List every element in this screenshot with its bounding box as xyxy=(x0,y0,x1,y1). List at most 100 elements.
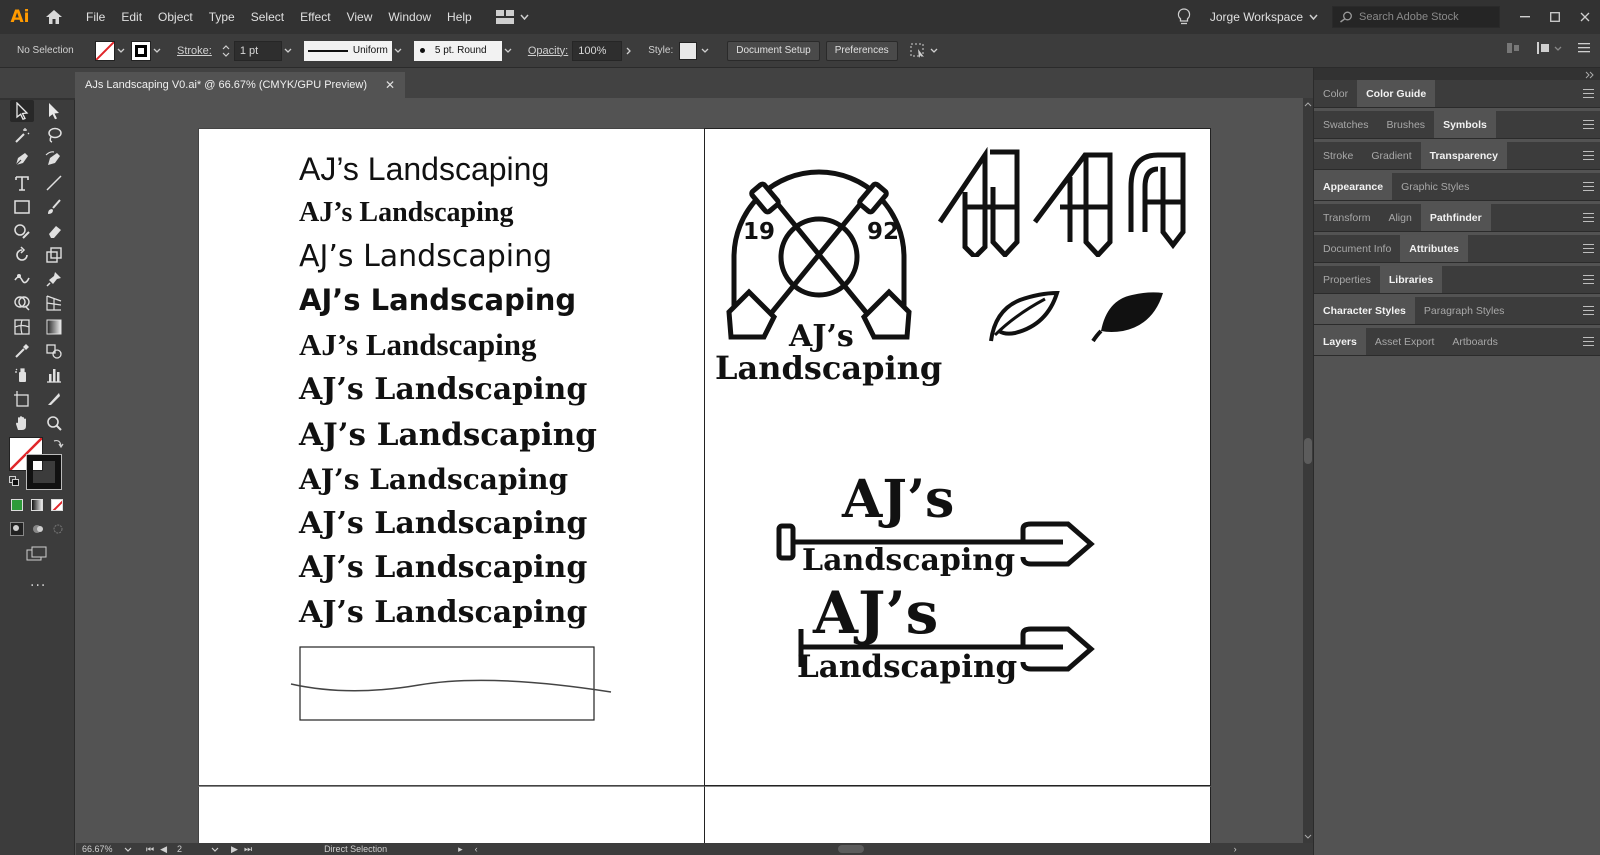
fill-swatch[interactable] xyxy=(95,40,115,61)
opacity-expand[interactable] xyxy=(622,41,634,61)
panel-tab-stroke[interactable]: Stroke xyxy=(1314,142,1362,169)
panel-tab-document-info[interactable]: Document Info xyxy=(1314,235,1400,262)
none-mode-button[interactable] xyxy=(51,499,63,511)
stroke-dropdown[interactable] xyxy=(151,41,163,61)
panel-menu-icon[interactable] xyxy=(1583,305,1595,315)
scroll-up-icon[interactable] xyxy=(1303,100,1313,108)
panel-tab-align[interactable]: Align xyxy=(1379,204,1420,231)
aj-monogram-1[interactable] xyxy=(935,147,1025,257)
font-sample[interactable]: AJ’s Landscaping xyxy=(299,283,576,317)
gradient-mode-button[interactable] xyxy=(31,499,43,511)
menu-edit[interactable]: Edit xyxy=(113,0,150,34)
font-sample[interactable]: AJ’s Landscaping xyxy=(299,372,587,407)
artboard-number[interactable]: 2 xyxy=(177,844,211,854)
last-artboard-icon[interactable]: ⏭ xyxy=(244,844,252,855)
scroll-right-icon[interactable]: › xyxy=(1234,844,1237,854)
panel-menu-icon[interactable] xyxy=(1583,212,1595,222)
panel-menu-icon[interactable] xyxy=(1583,119,1595,129)
maximize-button[interactable] xyxy=(1540,0,1570,34)
menu-window[interactable]: Window xyxy=(380,0,439,34)
draw-behind-icon[interactable] xyxy=(31,522,45,536)
swap-arrows-icon[interactable] xyxy=(52,437,64,449)
panel-tab-libraries[interactable]: Libraries xyxy=(1379,266,1443,293)
menu-type[interactable]: Type xyxy=(201,0,243,34)
artboard-1[interactable]: AJ’s Landscaping AJ’s Landscaping AJ’s L… xyxy=(198,128,705,786)
color-mode-button[interactable] xyxy=(11,499,23,511)
stroke-weight-input[interactable]: 1 pt xyxy=(233,40,282,61)
panel-tab-artboards[interactable]: Artboards xyxy=(1443,328,1507,355)
magic-wand-tool[interactable] xyxy=(10,124,34,146)
close-window-button[interactable] xyxy=(1570,0,1600,34)
opacity-input[interactable]: 100% xyxy=(572,40,623,61)
slice-tool[interactable] xyxy=(42,388,66,410)
panel-menu-icon[interactable] xyxy=(1583,150,1595,160)
leaf-filled-artwork[interactable] xyxy=(1087,285,1167,345)
font-sample[interactable]: AJ’s Landscaping xyxy=(299,327,536,363)
column-graph-tool[interactable] xyxy=(42,364,66,386)
minimize-button[interactable] xyxy=(1510,0,1540,34)
font-sample[interactable]: AJ’s Landscaping xyxy=(299,151,549,188)
artboard-tool[interactable] xyxy=(10,388,34,410)
panel-menu-icon[interactable] xyxy=(1583,274,1595,284)
menu-view[interactable]: View xyxy=(339,0,381,34)
stroke-stepper[interactable] xyxy=(220,41,232,61)
panel-tab-graphic-styles[interactable]: Graphic Styles xyxy=(1392,173,1478,200)
lightbulb-icon[interactable] xyxy=(1176,8,1192,26)
type-tool[interactable] xyxy=(10,172,34,194)
document-setup-button[interactable]: Document Setup xyxy=(727,40,820,61)
pen-tool[interactable] xyxy=(10,148,34,170)
first-artboard-icon[interactable]: ⏮ xyxy=(146,844,154,855)
panel-menu-icon[interactable] xyxy=(1578,43,1590,53)
lasso-tool[interactable] xyxy=(42,124,66,146)
shovel-emblem-artwork[interactable] xyxy=(719,147,919,347)
document-tab[interactable]: AJs Landscaping V0.ai* @ 66.67% (CMYK/GP… xyxy=(75,72,405,98)
artboard-3[interactable] xyxy=(198,786,705,843)
menu-file[interactable]: File xyxy=(78,0,113,34)
mesh-tool[interactable] xyxy=(10,316,34,338)
direct-selection-tool[interactable] xyxy=(42,100,66,122)
status-menu-icon[interactable]: ▸ xyxy=(458,844,463,855)
eyedropper-tool[interactable] xyxy=(10,340,34,362)
previous-artboard-icon[interactable]: ◀ xyxy=(160,844,167,855)
chevron-down-icon[interactable] xyxy=(211,847,219,852)
draw-inside-icon[interactable] xyxy=(51,522,65,536)
shovel-logo-1-line2[interactable]: Landscaping xyxy=(802,543,1015,578)
close-tab-icon[interactable]: ✕ xyxy=(385,78,395,92)
preferences-button[interactable]: Preferences xyxy=(825,40,898,61)
vertical-scrollbar-thumb[interactable] xyxy=(1304,438,1312,464)
stroke-weight-dropdown[interactable] xyxy=(282,41,294,61)
panel-tab-paragraph-styles[interactable]: Paragraph Styles xyxy=(1415,297,1514,324)
panel-tab-brushes[interactable]: Brushes xyxy=(1378,111,1435,138)
canvas[interactable]: AJ’s Landscaping AJ’s Landscaping AJ’s L… xyxy=(76,98,1303,843)
panel-menu-icon[interactable] xyxy=(1583,88,1595,98)
collapse-arrows-icon[interactable] xyxy=(1585,71,1595,79)
aj-monogram-2[interactable] xyxy=(1030,147,1120,257)
screen-mode-icon[interactable] xyxy=(26,546,48,562)
menu-select[interactable]: Select xyxy=(243,0,292,34)
rotate-tool[interactable] xyxy=(10,244,34,266)
panel-tab-color[interactable]: Color xyxy=(1314,80,1357,107)
font-sample[interactable]: AJ’s Landscaping xyxy=(299,550,587,585)
brush-definition[interactable]: 5 pt. Round xyxy=(413,40,502,61)
panel-tab-swatches[interactable]: Swatches xyxy=(1314,111,1378,138)
rectangle-tool[interactable] xyxy=(10,196,34,218)
menu-effect[interactable]: Effect xyxy=(292,0,338,34)
menu-object[interactable]: Object xyxy=(150,0,201,34)
panel-tab-properties[interactable]: Properties xyxy=(1314,266,1380,293)
profile-dropdown[interactable] xyxy=(392,41,404,61)
panel-tab-transform[interactable]: Transform xyxy=(1314,204,1379,231)
shovel-logo-2-line2[interactable]: Landscaping xyxy=(797,649,1017,685)
curvature-tool[interactable] xyxy=(42,148,66,170)
app-logo[interactable]: Ai xyxy=(0,0,40,34)
zoom-tool[interactable] xyxy=(42,412,66,434)
zoom-level[interactable]: 66.67% xyxy=(82,844,124,854)
emblem-title-line2[interactable]: Landscaping xyxy=(715,349,942,387)
draw-normal-icon[interactable] xyxy=(10,522,24,536)
blend-tool[interactable] xyxy=(42,340,66,362)
aj-monogram-3[interactable] xyxy=(1123,147,1193,257)
chevron-down-icon[interactable] xyxy=(124,847,132,852)
panel-tab-transparency[interactable]: Transparency xyxy=(1420,142,1507,169)
edit-toolbar-button[interactable]: ··· xyxy=(30,578,46,594)
panel-menu-icon[interactable] xyxy=(1583,336,1595,346)
panel-tab-symbols[interactable]: Symbols xyxy=(1434,111,1496,138)
